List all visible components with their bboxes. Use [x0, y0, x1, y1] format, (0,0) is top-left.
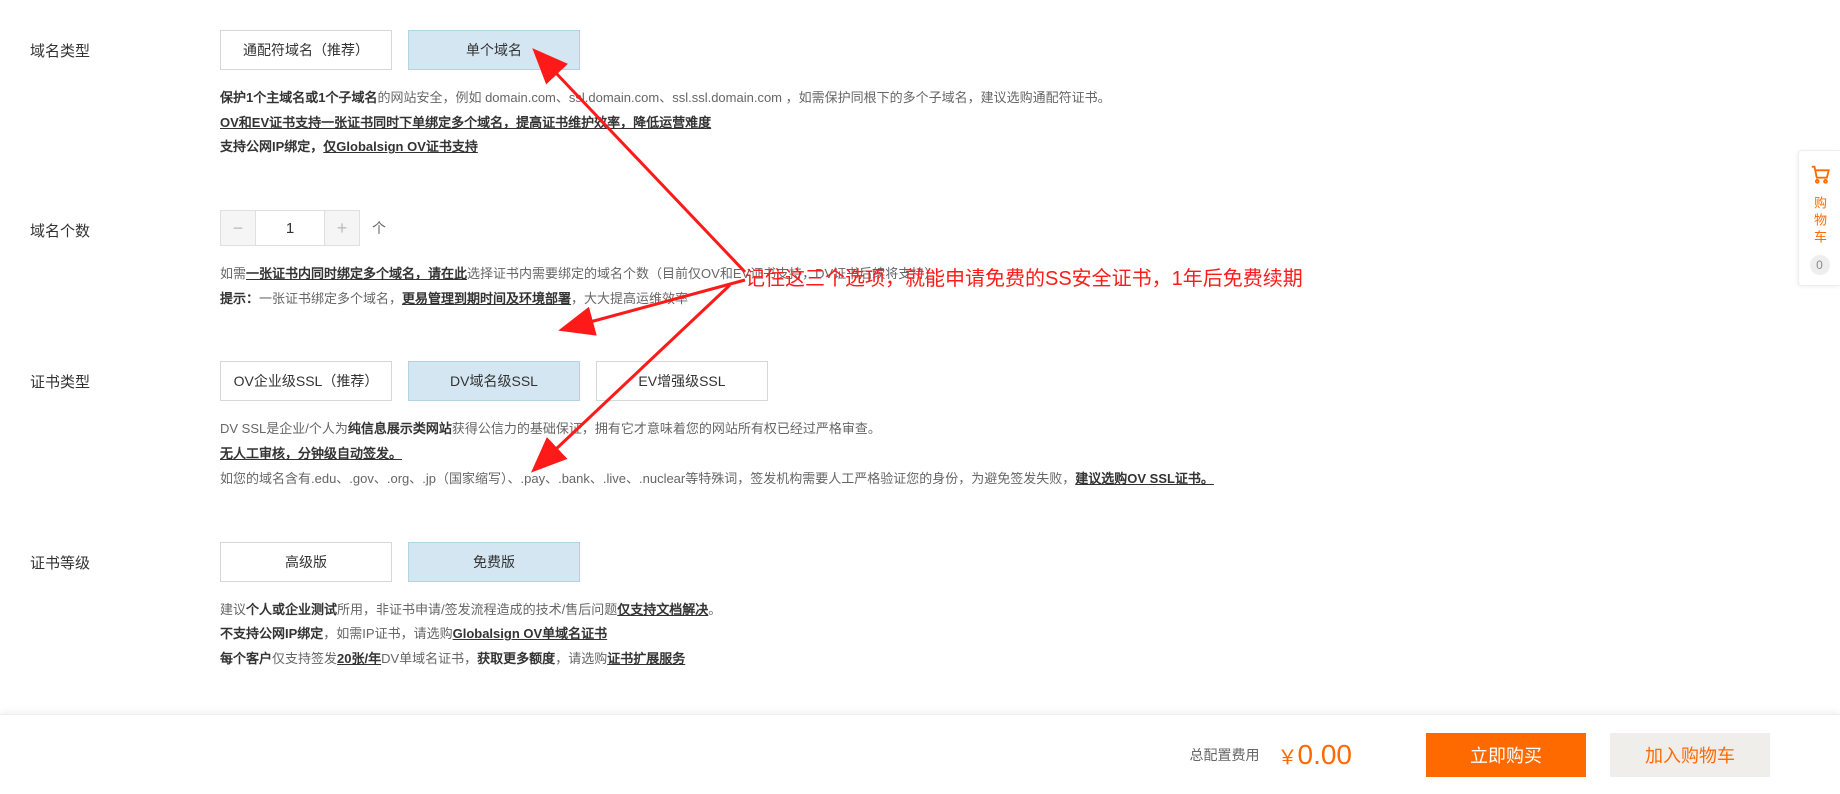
domain-count-stepper: − + 个 — [220, 210, 1500, 246]
option-free[interactable]: 免费版 — [408, 542, 580, 582]
domain-count-increment[interactable]: + — [324, 210, 360, 246]
option-wildcard-domain[interactable]: 通配符域名（推荐） — [220, 30, 392, 70]
cert-type-description: DV SSL是企业/个人为纯信息展示类网站获得公信力的基础保证，拥有它才意味着您… — [220, 417, 1500, 491]
option-single-domain[interactable]: 单个域名 — [408, 30, 580, 70]
section-label-domain-count: 域名个数 — [30, 210, 220, 241]
footer-bar: 总配置费用 ￥0.00 立即购买 加入购物车 — [0, 714, 1840, 794]
add-to-cart-button[interactable]: 加入购物车 — [1610, 733, 1770, 777]
cart-sidebar-label: 购物车 — [1810, 196, 1829, 247]
cart-sidebar[interactable]: 购物车 0 — [1798, 150, 1840, 286]
total-price: ￥0.00 — [1278, 739, 1353, 771]
option-dv-ssl[interactable]: DV域名级SSL — [408, 361, 580, 401]
domain-count-unit: 个 — [372, 218, 386, 238]
total-label: 总配置费用 — [1190, 745, 1260, 765]
section-label-domain-type: 域名类型 — [30, 30, 220, 61]
cart-count-badge: 0 — [1810, 255, 1830, 275]
domain-count-input[interactable] — [256, 210, 324, 246]
buy-now-button[interactable]: 立即购买 — [1426, 733, 1586, 777]
cart-icon — [1809, 163, 1831, 188]
option-ev-ssl[interactable]: EV增强级SSL — [596, 361, 768, 401]
domain-count-description: 如需一张证书内同时绑定多个域名，请在此选择证书内需要绑定的域名个数（目前仅OV和… — [220, 262, 1500, 311]
option-ov-ssl[interactable]: OV企业级SSL（推荐） — [220, 361, 392, 401]
domain-count-decrement[interactable]: − — [220, 210, 256, 246]
section-label-cert-level: 证书等级 — [30, 542, 220, 573]
section-label-cert-type: 证书类型 — [30, 361, 220, 392]
option-premium[interactable]: 高级版 — [220, 542, 392, 582]
cert-level-description: 建议个人或企业测试所用，非证书申请/签发流程造成的技术/售后问题仅支持文档解决。… — [220, 598, 1500, 672]
domain-type-description: 保护1个主域名或1个子域名的网站安全，例如 domain.com、ssl.dom… — [220, 86, 1500, 160]
